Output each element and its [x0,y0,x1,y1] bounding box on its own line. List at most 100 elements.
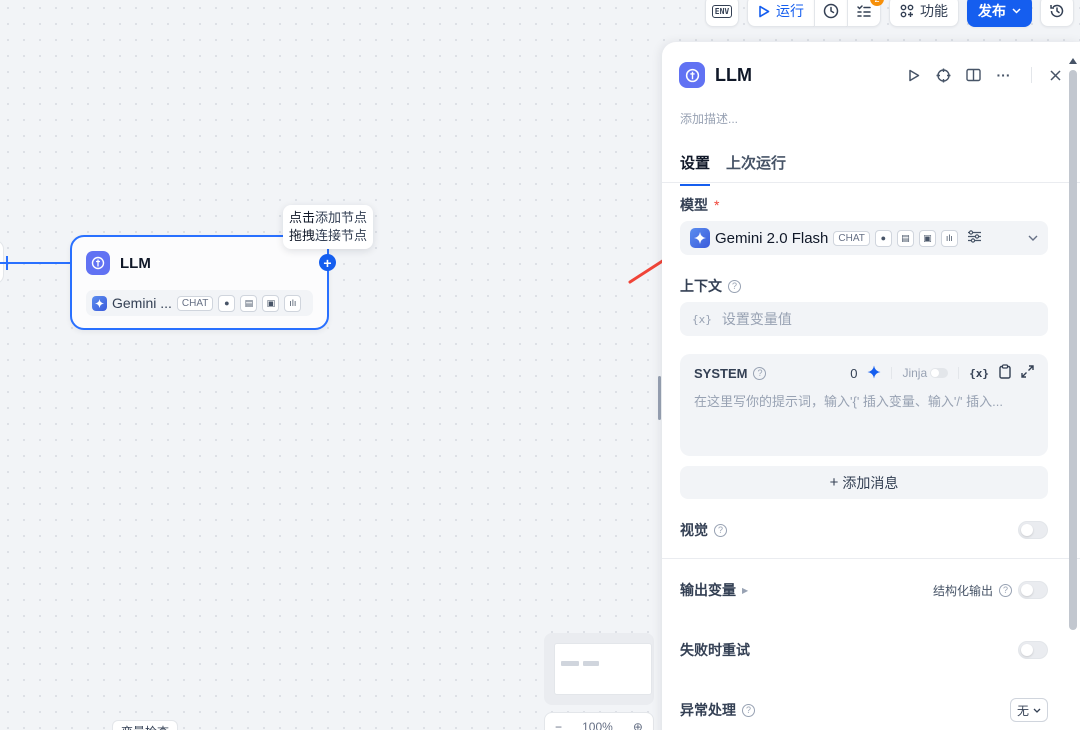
context-label-text: 上下文 [680,278,722,294]
node-title: LLM [120,254,151,272]
context-variable-input[interactable]: {x} 设置变量值 [680,302,1048,336]
tab-settings[interactable]: 设置 [680,152,711,186]
tooltip-click: 点击 [289,210,316,225]
checklist-button[interactable]: 2 [847,0,884,27]
workflow-canvas[interactable]: ENV 运行 2 功能 发布 [0,0,1080,730]
audio-icon: ılı [284,294,302,312]
vision-row: 视觉 ? [680,520,1048,540]
run-node-icon[interactable] [905,67,922,84]
features-icon [900,4,914,18]
add-node-handle[interactable]: + [319,254,336,271]
version-history-button[interactable] [1040,0,1074,27]
retry-label: 失败时重试 [680,640,750,660]
help-book-icon[interactable] [965,67,982,84]
vision-label-text: 视觉 [680,522,708,538]
description-input[interactable]: 添加描述... [680,110,738,127]
error-handling-label-text: 异常处理 [680,702,736,718]
jinja-label: Jinja [902,366,928,380]
tooltip-drag: 拖拽 [289,228,316,243]
features-label: 功能 [920,3,948,19]
context-label: 上下文 ? [680,276,741,296]
vision-label: 视觉 ? [680,520,727,540]
more-icon[interactable]: ··· [995,67,1012,84]
model-label-text: 模型 [680,197,708,213]
tooltip-connect-node: 连接节点 [315,228,368,243]
clipboard-icon[interactable] [999,364,1011,382]
error-handling-label: 异常处理 ? [680,700,755,720]
node-settings-panel: LLM ··· 添加描述... 设置 上次运行 模型 * Gemini 2.0 F… [662,42,1080,730]
scroll-up-icon[interactable] [1069,58,1077,64]
scroll-thumb[interactable] [1069,70,1077,630]
checklist-badge: 2 [870,0,884,6]
play-icon [759,5,770,17]
model-name: Gemini 2.0 Flash [715,229,829,247]
history-icon [1050,4,1064,18]
context-placeholder: 设置变量值 [721,311,792,327]
video-icon: ▣ [262,294,280,312]
jinja-switch[interactable] [930,368,949,378]
help-icon[interactable]: ? [999,583,1012,597]
expand-icon[interactable] [1021,365,1034,381]
edge-handle[interactable] [6,256,8,270]
model-selector[interactable]: Gemini 2.0 Flash CHAT ● ▤ ▣ ılı [680,221,1048,255]
tab-last-run[interactable]: 上次运行 [726,152,786,186]
node-model-info: Gemini ... CHAT ● ▤ ▣ ılı [86,290,313,316]
chevron-down-icon [1033,708,1041,713]
jinja-toggle[interactable]: Jinja [902,366,949,380]
system-title: SYSTEM [694,365,748,381]
panel-resize-handle[interactable] [658,376,661,420]
insert-variable-icon[interactable]: {x} [969,367,989,380]
run-button[interactable]: 运行 [747,0,814,27]
minimap[interactable] [544,633,654,705]
help-icon[interactable]: ? [753,366,767,380]
output-vars-row: 输出变量 ▶ 结构化输出 ? [680,580,1048,600]
run-history-button[interactable] [814,0,847,27]
locate-icon[interactable] [935,67,952,84]
add-message-button[interactable]: + 添加消息 [680,466,1048,499]
chevron-down-icon [1028,232,1038,244]
video-icon: ▣ [918,229,936,247]
panel-title: LLM [715,64,752,85]
panel-tabs: 设置 上次运行 [680,152,786,186]
features-button[interactable]: 功能 [889,0,959,27]
structured-output-label: 结构化输出 [932,583,993,598]
help-icon[interactable]: ? [714,523,727,537]
vision-icon: ● [874,229,892,247]
llm-icon [679,62,705,88]
publish-label: 发布 [978,3,1006,19]
model-label: 模型 * [680,195,719,215]
publish-button[interactable]: 发布 [967,0,1032,27]
llm-node[interactable]: LLM Gemini ... CHAT ● ▤ ▣ ılı [70,235,329,330]
help-icon[interactable]: ? [728,279,741,293]
checklist-icon [857,5,871,17]
panel-scrollbar[interactable] [1069,58,1077,630]
env-button[interactable]: ENV [705,0,739,27]
zoom-in-icon[interactable]: ⊕ [633,720,643,730]
env-icon: ENV [711,4,733,18]
structured-output-toggle[interactable] [1018,581,1048,599]
plus-icon: + [829,474,839,491]
system-prompt-editor[interactable]: SYSTEM ? 0 Jinja {x} 在这里写你的提示词，输入'{' 插入变… [680,354,1048,456]
minimap-node [583,661,599,666]
gemini-icon [92,295,107,311]
connection-edge[interactable] [0,262,72,264]
add-node-tooltip: 点击添加节点 拖拽连接节点 [283,205,374,249]
vision-toggle[interactable] [1018,521,1048,539]
ai-generate-icon[interactable] [867,365,881,382]
close-icon[interactable] [1047,67,1064,84]
zoom-control[interactable]: − 100% ⊕ [544,712,654,730]
chevron-down-icon [1012,8,1021,14]
help-icon[interactable]: ? [742,703,755,717]
top-toolbar: ENV 运行 2 功能 发布 [705,0,1080,28]
caret-right-icon: ▶ [742,585,749,595]
error-handling-select[interactable]: 无 [1009,698,1048,722]
zoom-out-icon[interactable]: − [555,720,562,730]
minimap-node [561,661,579,666]
retry-toggle[interactable] [1018,641,1048,659]
model-params-icon[interactable] [967,230,982,246]
node-model-name: Gemini ... [112,295,172,311]
output-vars-label[interactable]: 输出变量 ▶ [680,580,748,600]
variable-inspect-button[interactable]: 变量检查 [112,720,179,730]
llm-icon [86,251,110,275]
mode-tag: CHAT [176,295,214,311]
